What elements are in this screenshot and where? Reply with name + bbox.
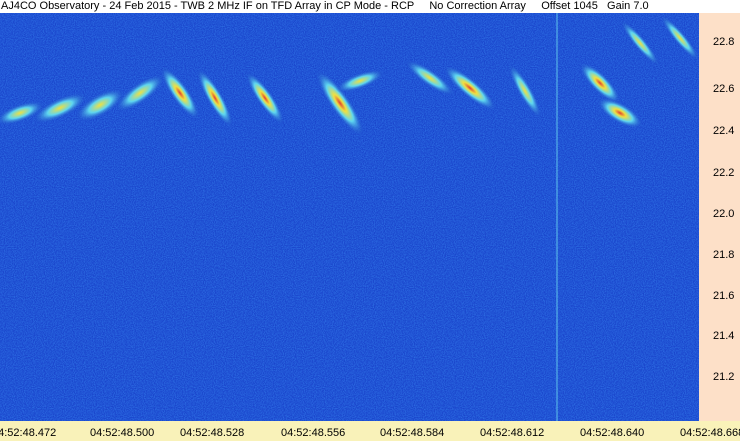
x-tick: 04:52:48.472 (0, 427, 57, 439)
header-gain: Gain 7.0 (607, 0, 649, 12)
x-tick: 04:52:48.500 (90, 427, 155, 439)
y-tick: 21.6 (713, 290, 735, 302)
y-tick: 21.4 (713, 330, 735, 342)
spectrogram-plot[interactable] (0, 13, 699, 421)
y-tick: 21.2 (713, 371, 735, 383)
x-tick: 04:52:48.584 (380, 427, 445, 439)
y-tick: 22.0 (713, 208, 735, 220)
y-tick: 22.4 (713, 125, 735, 137)
header-title: AJ4CO Observatory - 24 Feb 2015 - TWB 2 … (1, 0, 415, 12)
y-tick: 21.8 (713, 249, 735, 261)
spectrogram-header: AJ4CO Observatory - 24 Feb 2015 - TWB 2 … (0, 0, 740, 13)
x-tick: 04:52:48.668 (680, 427, 740, 439)
x-tick: 04:52:48.528 (180, 427, 245, 439)
y-tick: 22.8 (713, 36, 735, 48)
x-tick: 04:52:48.640 (580, 427, 645, 439)
spectrogram-image (0, 13, 699, 421)
y-tick: 22.6 (713, 83, 735, 95)
x-tick: 04:52:48.556 (281, 427, 346, 439)
y-tick: 22.2 (713, 167, 735, 179)
x-tick: 04:52:48.612 (480, 427, 545, 439)
header-correction: No Correction Array (429, 0, 526, 12)
header-offset: Offset 1045 (541, 0, 598, 12)
